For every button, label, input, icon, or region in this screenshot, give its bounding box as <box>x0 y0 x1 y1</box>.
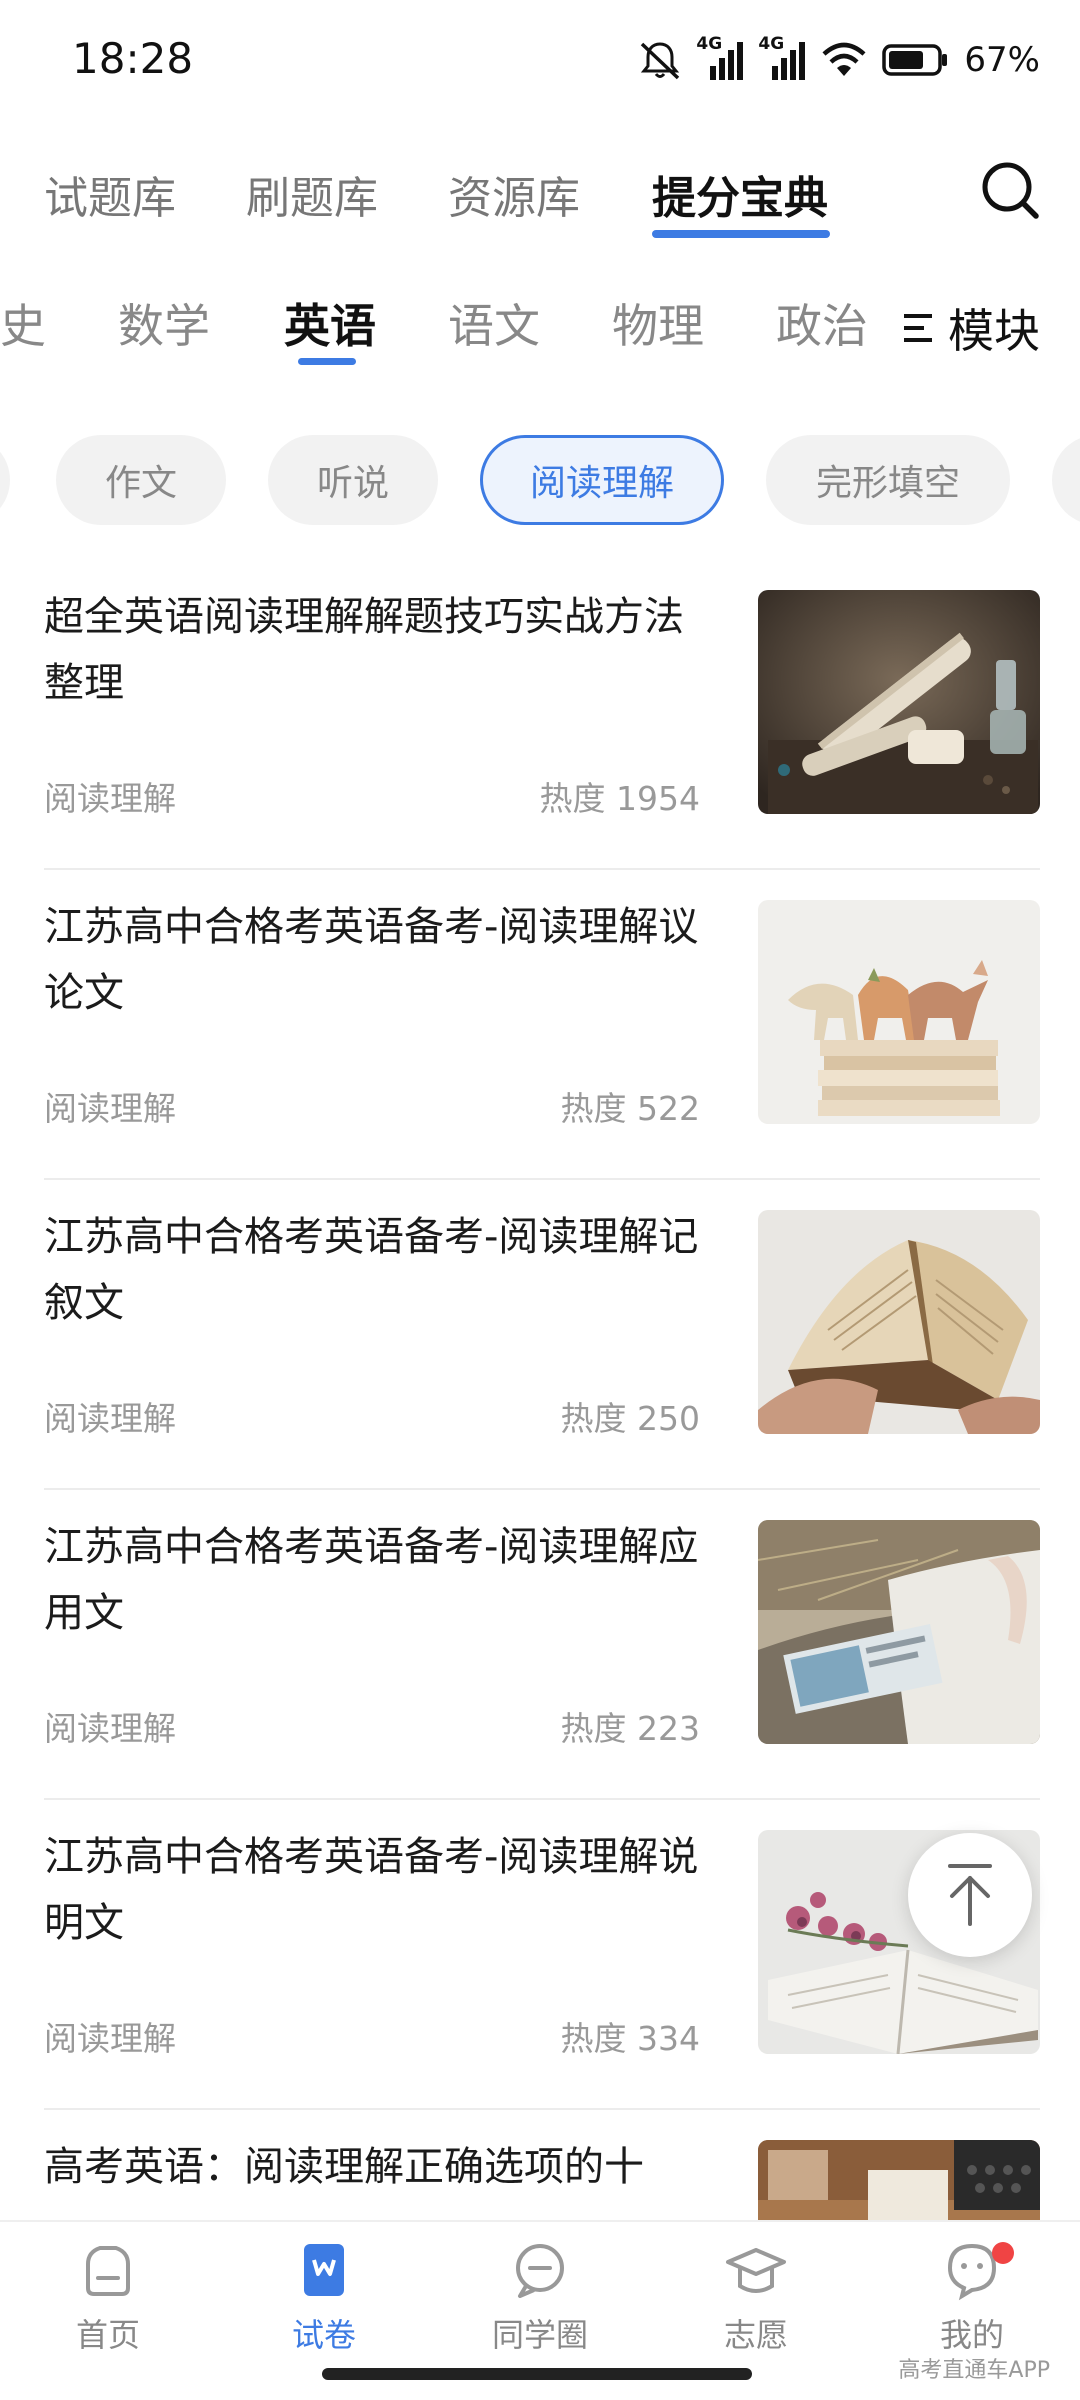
subject-tab-english[interactable]: 英语 <box>284 290 376 356</box>
battery-icon <box>882 44 948 76</box>
article-hot: 热度 334 <box>560 2019 700 2058</box>
network-label: 4G <box>758 34 785 54</box>
article-category: 阅读理解 <box>44 1709 176 1748</box>
article-title: 江苏高中合格考英语备考-阅读理解议论文 <box>44 904 699 1016</box>
chip-cloze[interactable]: 完形填空 <box>766 435 1010 525</box>
chip-partial-left[interactable] <box>0 435 10 525</box>
notification-badge <box>992 2242 1014 2264</box>
tab-question-bank[interactable]: 试题库 <box>44 162 176 226</box>
signal-icon: 4G <box>758 34 806 82</box>
subject-tab-physics[interactable]: 物理 <box>612 290 704 356</box>
module-button[interactable]: 模块 <box>880 278 1080 378</box>
nav-papers[interactable]: 试卷 <box>244 2238 404 2368</box>
article-title: 江苏高中合格考英语备考-阅读理解说明文 <box>44 1834 699 1946</box>
top-tab-bar: 试题库 刷题库 资源库 提分宝典 <box>0 150 1080 260</box>
article-category: 阅读理解 <box>44 1399 176 1438</box>
subject-tab-chinese[interactable]: 语文 <box>448 290 540 356</box>
status-time: 18:28 <box>72 34 194 83</box>
tab-resource-bank[interactable]: 资源库 <box>448 162 580 226</box>
nav-profile[interactable]: 我的 <box>892 2238 1052 2368</box>
wifi-icon <box>822 42 866 76</box>
status-icons: 4G 4G 67% <box>638 30 1040 90</box>
article-item[interactable]: 江苏高中合格考英语备考-阅读理解记叙文 阅读理解 热度 250 <box>44 1180 1040 1490</box>
article-hot: 热度 223 <box>560 1709 700 1748</box>
nav-label: 试卷 <box>291 2316 356 2354</box>
nav-classmates[interactable]: 同学圈 <box>460 2238 620 2368</box>
article-item[interactable]: 江苏高中合格考英语备考-阅读理解议论文 阅读理解 热度 522 <box>44 870 1040 1180</box>
tab-practice-bank[interactable]: 刷题库 <box>246 162 378 226</box>
tab-score-guide[interactable]: 提分宝典 <box>652 162 828 226</box>
nav-home[interactable]: 首页 <box>28 2238 188 2368</box>
menu-icon <box>904 314 932 342</box>
subject-tab-bar: 史 数学 英语 语文 物理 政治 模块 <box>0 278 1080 388</box>
article-title: 江苏高中合格考英语备考-阅读理解记叙文 <box>44 1214 699 1326</box>
subject-tab-politics[interactable]: 政治 <box>776 290 868 356</box>
arrow-up-icon <box>948 1864 992 1926</box>
chat-icon <box>516 2244 564 2298</box>
nav-label: 同学圈 <box>491 2316 588 2354</box>
home-icon <box>86 2246 130 2296</box>
article-title: 高考英语：阅读理解正确选项的十 <box>44 2144 644 2190</box>
nav-label: 首页 <box>75 2316 140 2354</box>
watermark: 高考直通车APP <box>898 2358 1050 2383</box>
article-hot: 热度 1954 <box>539 779 700 818</box>
active-tab-indicator <box>652 230 830 238</box>
chip-writing[interactable]: 作文 <box>56 435 226 525</box>
search-icon <box>982 162 1039 219</box>
toy-dinosaurs-books-photo <box>758 900 1040 1124</box>
subject-tab-math[interactable]: 数学 <box>118 290 210 356</box>
open-book-hand-photo <box>758 1210 1040 1434</box>
back-to-top-button[interactable] <box>908 1833 1032 1957</box>
article-item[interactable]: 江苏高中合格考英语备考-阅读理解应用文 阅读理解 热度 223 <box>44 1490 1040 1800</box>
chip-partial-right[interactable] <box>1052 435 1080 525</box>
subject-tab-history[interactable]: 史 <box>0 290 46 356</box>
magazine-table-photo <box>758 1520 1040 1744</box>
article-title: 超全英语阅读理解解题技巧实战方法整理 <box>44 594 684 706</box>
chip-listening-speaking[interactable]: 听说 <box>268 435 438 525</box>
category-chips: 作文 听说 阅读理解 完形填空 <box>0 435 1080 527</box>
search-button[interactable] <box>976 156 1046 226</box>
chip-reading[interactable]: 阅读理解 <box>480 435 724 525</box>
nav-label: 我的 <box>939 2316 1004 2354</box>
status-bar: 18:28 4G 4G 67% <box>0 0 1080 120</box>
article-category: 阅读理解 <box>44 1089 176 1128</box>
battery-percent: 67% <box>964 40 1040 80</box>
network-label: 4G <box>696 34 723 54</box>
article-item[interactable]: 超全英语阅读理解解题技巧实战方法整理 阅读理解 热度 1954 <box>44 560 1040 870</box>
article-category: 阅读理解 <box>44 2019 176 2058</box>
signal-icon: 4G <box>696 34 744 82</box>
home-indicator[interactable] <box>322 2368 752 2380</box>
article-hot: 热度 250 <box>560 1399 700 1438</box>
article-title: 江苏高中合格考英语备考-阅读理解应用文 <box>44 1524 699 1636</box>
active-subject-indicator <box>298 358 356 365</box>
paper-icon <box>304 2244 344 2296</box>
article-hot: 热度 522 <box>560 1089 700 1128</box>
nav-volunteer[interactable]: 志愿 <box>676 2238 836 2368</box>
nav-label: 志愿 <box>723 2316 788 2354</box>
scrolls-photo <box>758 590 1040 814</box>
module-label: 模块 <box>948 304 1040 358</box>
mute-icon <box>641 42 680 80</box>
article-category: 阅读理解 <box>44 779 176 818</box>
graduation-cap-icon <box>726 2248 786 2293</box>
article-item[interactable]: 江苏高中合格考英语备考-阅读理解说明文 阅读理解 热度 334 <box>44 1800 1040 2110</box>
